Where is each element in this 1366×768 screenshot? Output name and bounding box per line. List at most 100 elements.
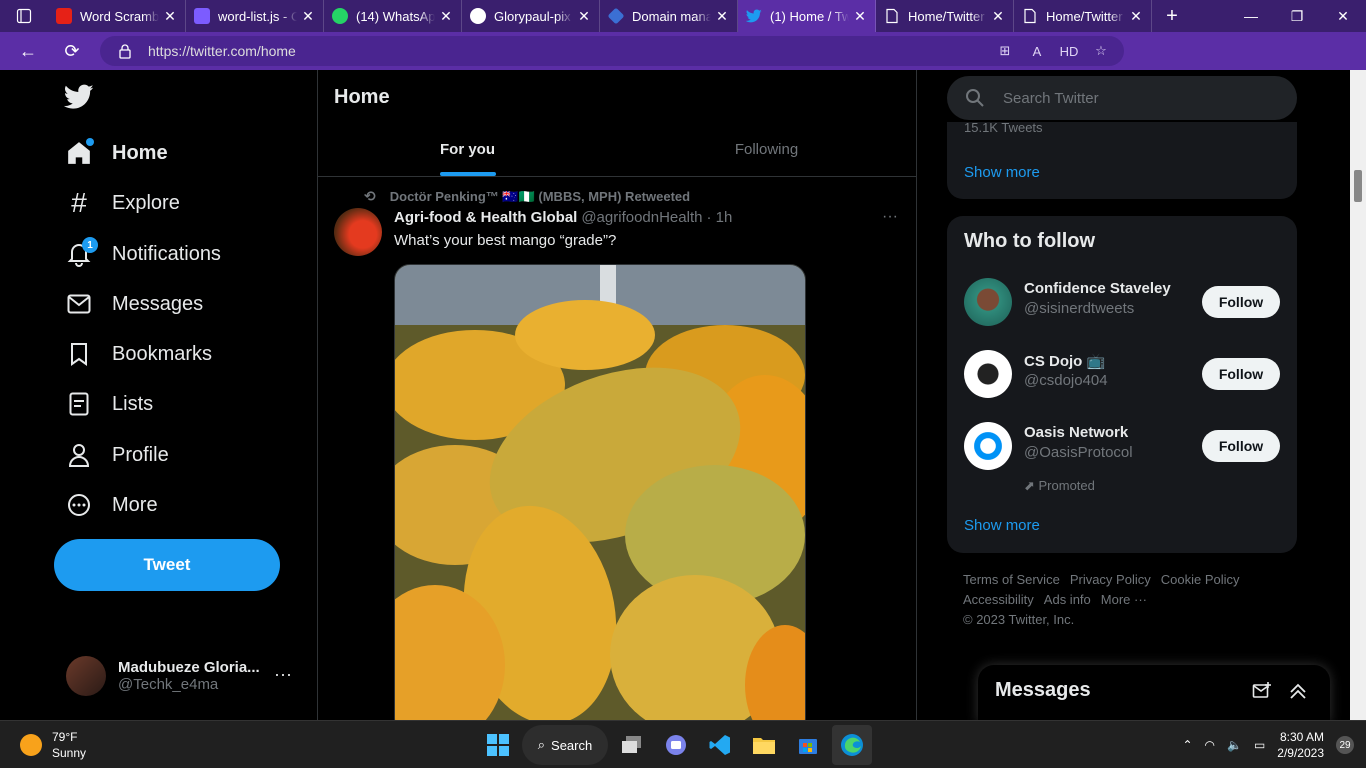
window-controls: — ❐ ✕ xyxy=(1228,0,1366,32)
browser-tab[interactable]: word-list.js - C ✕ xyxy=(186,0,324,32)
restore-icon[interactable]: ❐ xyxy=(1274,0,1320,32)
browser-tab[interactable]: (14) WhatsApp ✕ xyxy=(324,0,462,32)
hashtag-icon: # xyxy=(71,187,87,218)
close-tab-icon[interactable]: ✕ xyxy=(439,9,453,23)
teams-chat-icon[interactable] xyxy=(656,725,696,765)
promoted-label: ⬈ Promoted xyxy=(1024,478,1095,493)
avatar xyxy=(964,278,1012,326)
nav-notifications[interactable]: 1 Notifications xyxy=(64,234,221,274)
weather-widget[interactable]: 79°F Sunny xyxy=(20,729,86,761)
right-sidebar: Search Twitter 15.1K Tweets Show more Wh… xyxy=(947,70,1297,720)
ads-info-link[interactable]: Ads info xyxy=(1044,592,1091,607)
close-tab-icon[interactable]: ✕ xyxy=(577,9,591,23)
close-tab-icon[interactable]: ✕ xyxy=(301,9,315,23)
new-tab-button[interactable]: + xyxy=(1152,0,1192,32)
show-more-follow-link[interactable]: Show more xyxy=(964,517,1040,534)
volume-icon[interactable]: 🔈 xyxy=(1227,738,1242,752)
browser-tab[interactable]: Home/Twitter ✕ xyxy=(1014,0,1152,32)
browser-tab[interactable]: Home/Twitter ✕ xyxy=(876,0,1014,32)
twitter-logo-icon[interactable] xyxy=(63,84,96,112)
close-tab-icon[interactable]: ✕ xyxy=(1129,9,1143,23)
app-available-icon[interactable]: ⊞ xyxy=(996,42,1014,60)
show-more-trends-link[interactable]: Show more xyxy=(964,164,1040,181)
privacy-link[interactable]: Privacy Policy xyxy=(1070,572,1151,587)
tweet-image-mangoes[interactable] xyxy=(394,264,806,720)
nav-explore[interactable]: # Explore xyxy=(64,183,180,223)
close-tab-icon[interactable]: ✕ xyxy=(853,9,867,23)
retweeted-by-text[interactable]: Doctör Penking™ 🇦🇺🇳🇬 (MBBS, MPH) Retweet… xyxy=(390,189,690,205)
refresh-button[interactable]: ⟳ xyxy=(50,32,94,70)
more-dots-icon[interactable]: ··· xyxy=(274,664,292,685)
browser-tab[interactable]: Word Scramble✕ xyxy=(48,0,186,32)
task-view-icon[interactable] xyxy=(612,725,652,765)
tweet-more-icon[interactable]: ··· xyxy=(882,208,898,226)
lock-icon[interactable] xyxy=(118,43,132,62)
tweet-time[interactable]: · 1h xyxy=(706,209,732,226)
notification-center-badge[interactable]: 29 xyxy=(1336,736,1354,754)
back-button[interactable]: ← xyxy=(6,32,50,70)
tab-following[interactable]: Following xyxy=(617,123,916,176)
search-input[interactable]: Search Twitter xyxy=(947,76,1297,120)
minimize-icon[interactable]: — xyxy=(1228,0,1274,32)
close-window-icon[interactable]: ✕ xyxy=(1320,0,1366,32)
cookie-link[interactable]: Cookie Policy xyxy=(1161,572,1240,587)
nav-lists[interactable]: Lists xyxy=(64,384,153,424)
account-switcher[interactable]: Madubueze Gloria... @Techk_e4ma ··· xyxy=(66,654,306,698)
hd-icon[interactable]: HD xyxy=(1060,42,1079,60)
nav-messages[interactable]: Messages xyxy=(64,284,203,324)
read-aloud-icon[interactable]: A xyxy=(1028,42,1046,60)
follow-suggestion[interactable]: Oasis Network @OasisProtocol ⬈ Promoted … xyxy=(964,420,1280,493)
file-explorer-icon[interactable] xyxy=(744,725,784,765)
address-bar[interactable]: https://twitter.com/home ⊞ A HD ☆ xyxy=(100,36,1124,66)
microsoft-store-icon[interactable] xyxy=(788,725,828,765)
page-scrollbar[interactable] xyxy=(1350,70,1366,720)
url-text[interactable]: https://twitter.com/home xyxy=(148,43,296,59)
favorite-add-icon[interactable]: ☆ xyxy=(1092,42,1110,60)
expand-up-icon[interactable] xyxy=(1288,681,1308,706)
follow-suggestion[interactable]: CS Dojo 📺 @csdojo404 Follow xyxy=(964,348,1280,400)
close-tab-icon[interactable]: ✕ xyxy=(991,9,1005,23)
follow-button[interactable]: Follow xyxy=(1202,358,1280,390)
tweet-button[interactable]: Tweet xyxy=(54,539,280,591)
new-message-icon[interactable] xyxy=(1252,681,1272,706)
wifi-icon[interactable]: ◠ xyxy=(1205,738,1215,752)
twitter-bird-icon xyxy=(745,8,762,24)
follow-button[interactable]: Follow xyxy=(1202,286,1280,318)
tweet-avatar[interactable] xyxy=(334,208,382,256)
whatsapp-icon xyxy=(332,8,348,24)
tweet-author-handle[interactable]: @agrifoodnHealth xyxy=(581,209,702,226)
close-tab-icon[interactable]: ✕ xyxy=(163,9,177,23)
tab-actions-icon[interactable] xyxy=(0,0,48,32)
address-bar-icons: ⊞ A HD ☆ xyxy=(996,42,1110,60)
follow-button[interactable]: Follow xyxy=(1202,430,1280,462)
suggestion-handle: @csdojo404 xyxy=(1024,372,1108,389)
browser-tab[interactable]: Glorypaul-pix ✕ xyxy=(462,0,600,32)
browser-tab[interactable]: Domain mana ✕ xyxy=(600,0,738,32)
close-tab-icon[interactable]: ✕ xyxy=(715,9,729,23)
browser-tab-active[interactable]: (1) Home / Tw ✕ xyxy=(738,0,876,32)
system-tray: ⌃ ◠ 🔈 ▭ 8:30 AM 2/9/2023 29 xyxy=(1182,727,1354,763)
page-title: Home xyxy=(334,86,390,108)
scrollbar-thumb[interactable] xyxy=(1354,170,1362,202)
nav-profile[interactable]: Profile xyxy=(64,435,169,475)
taskbar-search-button[interactable]: ⌕ Search xyxy=(522,725,608,765)
edge-icon[interactable] xyxy=(832,725,872,765)
more-circle-icon xyxy=(64,490,94,520)
footer-more-link[interactable]: More ··· xyxy=(1101,592,1147,607)
start-icon[interactable] xyxy=(478,725,518,765)
battery-icon[interactable]: ▭ xyxy=(1254,738,1265,752)
terms-link[interactable]: Terms of Service xyxy=(963,572,1060,587)
search-placeholder: Search Twitter xyxy=(1003,89,1099,107)
nav-more[interactable]: More xyxy=(64,485,158,525)
nav-home[interactable]: Home xyxy=(64,133,168,173)
chevron-up-icon[interactable]: ⌃ xyxy=(1182,738,1192,752)
nav-bookmarks[interactable]: Bookmarks xyxy=(64,334,212,374)
tweet-author-name[interactable]: Agri-food & Health Global xyxy=(394,209,577,226)
tab-for-you[interactable]: For you xyxy=(318,123,617,176)
messages-dock[interactable]: Messages xyxy=(978,665,1330,720)
vscode-icon[interactable] xyxy=(700,725,740,765)
taskbar-apps: ⌕ Search xyxy=(478,725,872,765)
follow-suggestion[interactable]: Confidence Staveley @sisinerdtweets Foll… xyxy=(964,276,1280,328)
clock[interactable]: 8:30 AM 2/9/2023 xyxy=(1277,729,1324,761)
accessibility-link[interactable]: Accessibility xyxy=(963,592,1034,607)
